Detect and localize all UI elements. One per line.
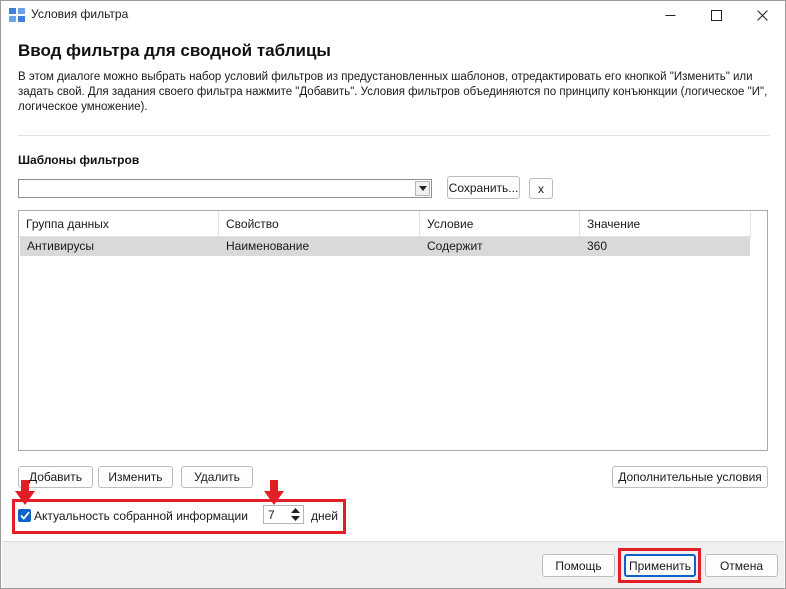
table-cell: Содержит xyxy=(427,239,483,253)
days-unit-label: дней xyxy=(311,509,339,523)
template-dropdown-button[interactable] xyxy=(415,181,430,196)
table-cell: 360 xyxy=(587,239,608,253)
column-header[interactable]: Группа данных xyxy=(19,211,219,237)
arrow-down-icon xyxy=(15,480,35,505)
column-header[interactable]: Свойство xyxy=(219,211,420,237)
filter-conditions-table[interactable]: Группа данных Свойство Условие Значение … xyxy=(18,210,768,451)
dialog-description: В этом диалоге можно выбрать набор услов… xyxy=(18,71,768,113)
template-select[interactable] xyxy=(18,179,432,198)
dialog-footer: Помощь Применить Отмена xyxy=(2,541,784,588)
freshness-label: Актуальность собранной информации xyxy=(34,509,248,523)
dialog-window: Условия фильтра Ввод фильтра для сводной… xyxy=(0,0,786,589)
title-bar: Условия фильтра xyxy=(1,1,785,29)
freshness-checkbox[interactable] xyxy=(18,509,31,522)
table-cell: Антивирусы xyxy=(27,239,94,253)
days-value[interactable]: 7 xyxy=(268,508,275,522)
page-title: Ввод фильтра для сводной таблицы xyxy=(18,41,331,60)
minimize-button[interactable] xyxy=(647,1,693,29)
cancel-button[interactable]: Отмена xyxy=(705,554,778,577)
app-icon xyxy=(9,8,25,22)
chevron-down-icon xyxy=(418,186,427,191)
maximize-button[interactable] xyxy=(693,1,739,29)
chevron-up-icon[interactable] xyxy=(291,508,300,513)
window-title: Условия фильтра xyxy=(31,7,129,21)
table-cell: Наименование xyxy=(226,239,310,253)
column-header[interactable]: Условие xyxy=(420,211,580,237)
remove-template-button[interactable]: x xyxy=(529,178,553,199)
days-spinner[interactable]: 7 xyxy=(263,505,304,524)
maximize-icon xyxy=(710,9,722,21)
templates-label: Шаблоны фильтров xyxy=(18,153,140,167)
additional-conditions-button[interactable]: Дополнительные условия xyxy=(612,466,768,488)
divider xyxy=(18,135,770,136)
apply-button[interactable]: Применить xyxy=(624,554,696,577)
table-row[interactable]: Антивирусы Наименование Содержит 360 xyxy=(20,237,750,256)
minimize-icon xyxy=(665,14,675,16)
help-button[interactable]: Помощь xyxy=(542,554,615,577)
checkmark-icon xyxy=(19,511,30,520)
arrow-down-icon xyxy=(264,480,284,505)
save-template-button[interactable]: Сохранить... xyxy=(447,176,520,199)
column-header[interactable]: Значение xyxy=(580,211,751,237)
chevron-down-icon[interactable] xyxy=(291,516,300,521)
close-button[interactable] xyxy=(739,1,785,29)
close-icon xyxy=(756,9,768,21)
delete-condition-button[interactable]: Удалить xyxy=(181,466,253,488)
edit-condition-button[interactable]: Изменить xyxy=(98,466,173,488)
